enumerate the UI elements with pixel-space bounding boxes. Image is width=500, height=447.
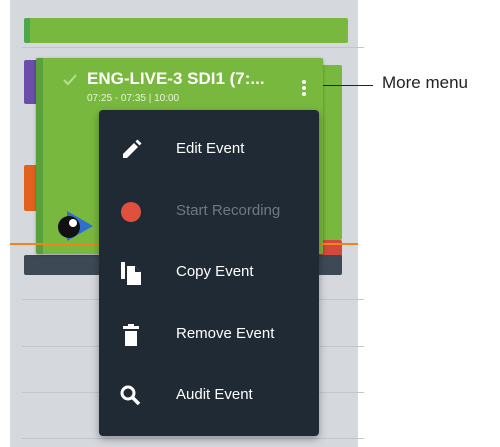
remove-event-label: Remove Event	[176, 325, 275, 342]
edit-event-item[interactable]: Edit Event	[99, 122, 319, 178]
grid-line	[22, 47, 364, 48]
pencil-icon	[123, 139, 142, 158]
more-menu-icon[interactable]	[298, 78, 310, 100]
grid-line	[22, 438, 364, 439]
context-menu: Edit Event Start Recording Copy Event Re…	[99, 110, 319, 436]
copy-icon	[121, 262, 141, 285]
more-menu-callout: More menu	[382, 73, 468, 92]
edit-event-label: Edit Event	[176, 140, 245, 157]
callout-line	[323, 85, 373, 86]
remove-event-item[interactable]: Remove Event	[99, 307, 319, 363]
copy-event-item[interactable]: Copy Event	[99, 245, 319, 301]
start-recording-item[interactable]: Start Recording	[99, 184, 319, 240]
event-strip-top[interactable]	[24, 18, 348, 43]
audit-event-label: Audit Event	[176, 386, 253, 403]
event-time-range: 07:25 - 07:35 | 10:00	[87, 93, 180, 104]
search-icon	[120, 385, 141, 406]
audit-event-item[interactable]: Audit Event	[99, 368, 319, 424]
record-dot-icon	[121, 202, 141, 222]
avatar-icon	[58, 211, 93, 241]
trash-icon	[123, 324, 139, 346]
start-recording-label: Start Recording	[176, 202, 281, 219]
event-title: ENG-LIVE-3 SDI1 (7:...	[87, 69, 265, 88]
copy-event-label: Copy Event	[176, 263, 254, 280]
checkmark-icon	[63, 74, 77, 86]
